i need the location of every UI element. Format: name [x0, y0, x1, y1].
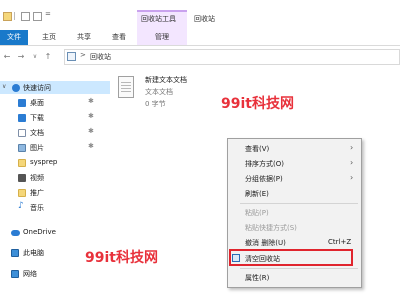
- chevron-right-icon: ›: [350, 173, 354, 182]
- tab-manage[interactable]: 管理: [137, 30, 187, 45]
- context-group-label: 回收站工具: [141, 15, 176, 23]
- sidebar-item-sysprep[interactable]: sysprep: [0, 156, 110, 169]
- cloud-icon: [11, 230, 20, 236]
- desktop-icon: [18, 99, 26, 107]
- text-file-icon[interactable]: [118, 76, 134, 98]
- up-icon[interactable]: ↑: [43, 51, 53, 63]
- sidebar-item-label: 快速访问: [23, 84, 51, 92]
- sidebar-item-videos[interactable]: 视频: [0, 171, 110, 184]
- folder-icon: [18, 159, 26, 167]
- menu-item-refresh[interactable]: 刷新(E): [245, 189, 269, 199]
- sidebar-item-promotion[interactable]: 推广: [0, 186, 110, 199]
- chevron-right-icon: ›: [350, 158, 354, 167]
- sidebar-item-music[interactable]: ♪ 音乐: [0, 201, 110, 214]
- forward-icon[interactable]: →: [16, 51, 26, 63]
- pin-icon[interactable]: ✱: [88, 97, 94, 105]
- chevron-down-icon[interactable]: ∨: [2, 83, 6, 90]
- tab-share[interactable]: 共享: [72, 30, 96, 45]
- tab-home[interactable]: 主页: [37, 30, 61, 45]
- sidebar-item-label: 视频: [30, 174, 44, 182]
- qat-dropdown-icon[interactable]: =: [45, 10, 51, 18]
- shortcut-label: Ctrl+Z: [328, 238, 352, 246]
- network-icon: [11, 270, 19, 278]
- recycle-bin-icon: [67, 52, 76, 61]
- sidebar-item-label: 音乐: [30, 204, 44, 212]
- menu-item-view[interactable]: 查看(V): [245, 144, 269, 154]
- sidebar-item-quick-access[interactable]: ∨ 快速访问: [0, 81, 110, 94]
- pin-icon[interactable]: ✱: [88, 127, 94, 135]
- sidebar-item-label: 下载: [30, 114, 44, 122]
- watermark-text: 99it科技网: [85, 250, 158, 266]
- menu-item-group-by[interactable]: 分组依据(P): [245, 174, 283, 184]
- video-icon: [18, 174, 26, 182]
- back-icon[interactable]: ←: [2, 51, 12, 63]
- download-icon: [18, 114, 26, 122]
- music-icon: ♪: [18, 201, 24, 211]
- file-type: 文本文档: [145, 88, 173, 96]
- recent-dropdown-icon[interactable]: ∨: [30, 51, 40, 63]
- tab-view[interactable]: 查看: [107, 30, 131, 45]
- menu-item-empty-recycle-bin[interactable]: 清空回收站: [245, 254, 280, 264]
- sidebar-item-pictures[interactable]: 图片 ✱: [0, 141, 110, 154]
- menu-item-paste[interactable]: 粘贴(P): [245, 208, 269, 218]
- recycle-bin-icon: [232, 254, 240, 262]
- checkbox-icon[interactable]: [21, 12, 30, 21]
- document-icon: [18, 129, 26, 137]
- pin-icon[interactable]: ✱: [88, 142, 94, 150]
- toolbar-divider: [14, 12, 15, 20]
- menu-item-undo-delete[interactable]: 撤消 删除(U): [245, 238, 286, 248]
- sidebar-item-label: 推广: [30, 189, 44, 197]
- chevron-right-icon: ›: [350, 143, 354, 152]
- sidebar-item-label: 文档: [30, 129, 44, 137]
- file-size: 0 字节: [145, 100, 166, 108]
- window-title: 回收站: [194, 15, 215, 23]
- sidebar-item-downloads[interactable]: 下载 ✱: [0, 111, 110, 124]
- sidebar-item-onedrive[interactable]: OneDrive: [0, 226, 110, 239]
- file-icon-line: [121, 85, 131, 86]
- breadcrumb-separator: >: [80, 51, 86, 59]
- sidebar-item-label: sysprep: [30, 158, 58, 166]
- file-icon-line: [121, 82, 131, 83]
- menu-separator: [240, 268, 358, 269]
- menu-item-properties[interactable]: 属性(R): [245, 273, 269, 283]
- sidebar-item-label: 图片: [30, 144, 44, 152]
- file-name[interactable]: 新建文本文档: [145, 75, 187, 85]
- pin-icon[interactable]: ✱: [88, 112, 94, 120]
- menu-item-sort-by[interactable]: 排序方式(O): [245, 159, 284, 169]
- sidebar-item-label: 网络: [23, 270, 37, 278]
- folder-icon: [18, 189, 26, 197]
- folder-icon[interactable]: [3, 12, 12, 21]
- sidebar-item-label: 此电脑: [23, 249, 44, 257]
- address-bar[interactable]: [64, 49, 400, 65]
- sidebar-item-desktop[interactable]: 桌面 ✱: [0, 96, 110, 109]
- star-icon: [12, 84, 20, 92]
- computer-icon: [11, 249, 19, 257]
- watermark-text: 99it科技网: [221, 96, 294, 112]
- menu-separator: [240, 203, 358, 204]
- file-icon-line: [121, 91, 131, 92]
- sidebar-item-network[interactable]: 网络: [0, 267, 110, 280]
- file-icon-line: [121, 88, 131, 89]
- sidebar-item-label: 桌面: [30, 99, 44, 107]
- sidebar-item-documents[interactable]: 文档 ✱: [0, 126, 110, 139]
- menu-item-paste-shortcut[interactable]: 粘贴快捷方式(S): [245, 223, 297, 233]
- tab-file[interactable]: 文件: [0, 30, 28, 45]
- sidebar-item-label: OneDrive: [23, 228, 56, 236]
- page-icon[interactable]: [33, 12, 42, 21]
- picture-icon: [18, 144, 26, 152]
- breadcrumb-recycle-bin[interactable]: 回收站: [90, 52, 111, 62]
